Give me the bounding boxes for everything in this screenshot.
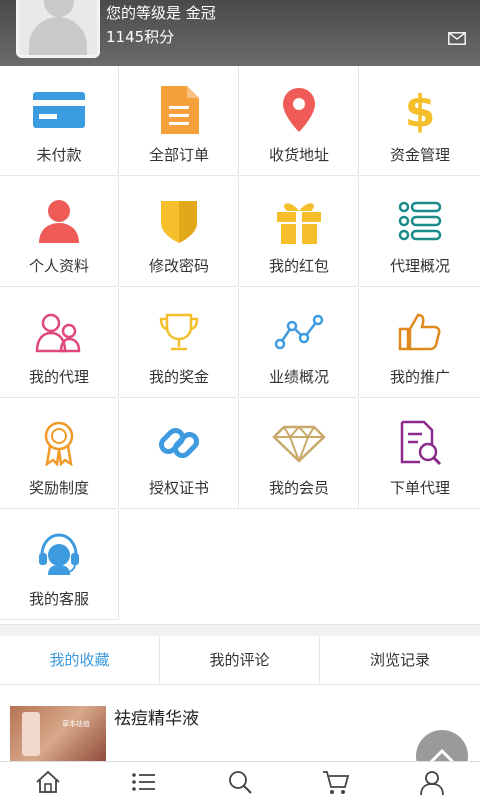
tab-favorites[interactable]: 我的收藏	[0, 636, 160, 684]
tab-reviews[interactable]: 我的评论	[160, 636, 320, 684]
grid-item-change-password[interactable]: 修改密码	[120, 177, 239, 287]
mail-icon[interactable]	[448, 32, 466, 45]
location-pin-icon	[271, 84, 327, 136]
grid-item-label: 我的会员	[268, 479, 329, 497]
grid-item-profile[interactable]: 个人资料	[0, 177, 119, 287]
grid-item-label: 代理概况	[389, 257, 450, 275]
grid-item-funds[interactable]: $ 资金管理	[360, 66, 480, 176]
user-icon[interactable]	[417, 768, 447, 796]
grid-item-label: 我的推广	[389, 368, 450, 386]
grid-item-label: 资金管理	[389, 146, 450, 164]
grid-item-label: 业绩概况	[268, 368, 329, 386]
grid-item-label: 我的奖金	[148, 368, 209, 386]
avatar[interactable]	[16, 0, 100, 58]
shield-icon	[151, 195, 207, 247]
diamond-icon	[271, 417, 327, 469]
grid-item-all-orders[interactable]: 全部订单	[120, 66, 239, 176]
list-menu-icon[interactable]	[129, 768, 159, 796]
dollar-icon: $	[392, 84, 448, 136]
link-icon	[151, 417, 207, 469]
person-icon	[31, 195, 87, 247]
product-image-text: 草本祛痘	[62, 720, 90, 728]
grid-item-label: 授权证书	[148, 479, 209, 497]
cart-icon[interactable]	[321, 768, 351, 796]
grid-item-my-bonus[interactable]: 我的奖金	[120, 288, 239, 398]
product-title[interactable]: 祛痘精华液	[114, 704, 199, 729]
document-icon	[151, 84, 207, 136]
grid-item-my-promotion[interactable]: 我的推广	[360, 288, 480, 398]
gift-icon	[271, 195, 327, 247]
grid-item-red-packet[interactable]: 我的红包	[240, 177, 359, 287]
grid-item-agent-overview[interactable]: 代理概况	[360, 177, 480, 287]
grid-item-label: 我的红包	[268, 257, 329, 275]
home-icon[interactable]	[33, 768, 63, 796]
credit-card-icon	[31, 84, 87, 136]
grid-item-my-members[interactable]: 我的会员	[240, 399, 359, 509]
grid-item-label: 奖励制度	[28, 479, 89, 497]
search-icon[interactable]	[225, 768, 255, 796]
grid-item-address[interactable]: 收货地址	[240, 66, 359, 176]
bottom-nav	[0, 761, 480, 800]
document-search-icon	[392, 417, 448, 469]
grid-item-order-agent[interactable]: 下单代理	[360, 399, 480, 509]
svg-text:$: $	[405, 86, 436, 134]
group-icon	[31, 306, 87, 358]
member-level: 您的等级是 金冠	[106, 4, 216, 22]
award-ribbon-icon	[31, 417, 87, 469]
grid-item-my-agents[interactable]: 我的代理	[0, 288, 119, 398]
grid-item-unpaid[interactable]: 未付款	[0, 66, 119, 176]
grid-item-label: 全部订单	[148, 146, 209, 164]
product-image[interactable]: 草本祛痘	[10, 706, 106, 762]
grid-item-label: 个人资料	[28, 257, 89, 275]
grid-item-customer-service[interactable]: 我的客服	[0, 510, 119, 620]
member-points: 1145积分	[106, 28, 175, 46]
line-chart-icon	[271, 306, 327, 358]
headset-icon	[31, 528, 87, 580]
grid-item-label: 修改密码	[148, 257, 209, 275]
grid-item-authorization-cert[interactable]: 授权证书	[120, 399, 239, 509]
list-item[interactable]: 草本祛痘 祛痘精华液	[0, 694, 480, 764]
grid-item-label: 下单代理	[389, 479, 450, 497]
tab-bar: 我的收藏 我的评论 浏览记录	[0, 636, 480, 685]
grid-item-label: 收货地址	[268, 146, 329, 164]
grid-item-label: 未付款	[36, 146, 82, 164]
profile-header: 您的等级是 金冠 1145积分	[0, 0, 480, 66]
grid-item-reward-system[interactable]: 奖励制度	[0, 399, 119, 509]
list-icon	[392, 195, 448, 247]
grid-item-performance[interactable]: 业绩概况	[240, 288, 359, 398]
trophy-icon	[151, 306, 207, 358]
tab-history[interactable]: 浏览记录	[320, 636, 480, 684]
thumbs-up-icon	[392, 306, 448, 358]
grid-item-label: 我的代理	[28, 368, 89, 386]
grid-item-label: 我的客服	[28, 590, 89, 608]
